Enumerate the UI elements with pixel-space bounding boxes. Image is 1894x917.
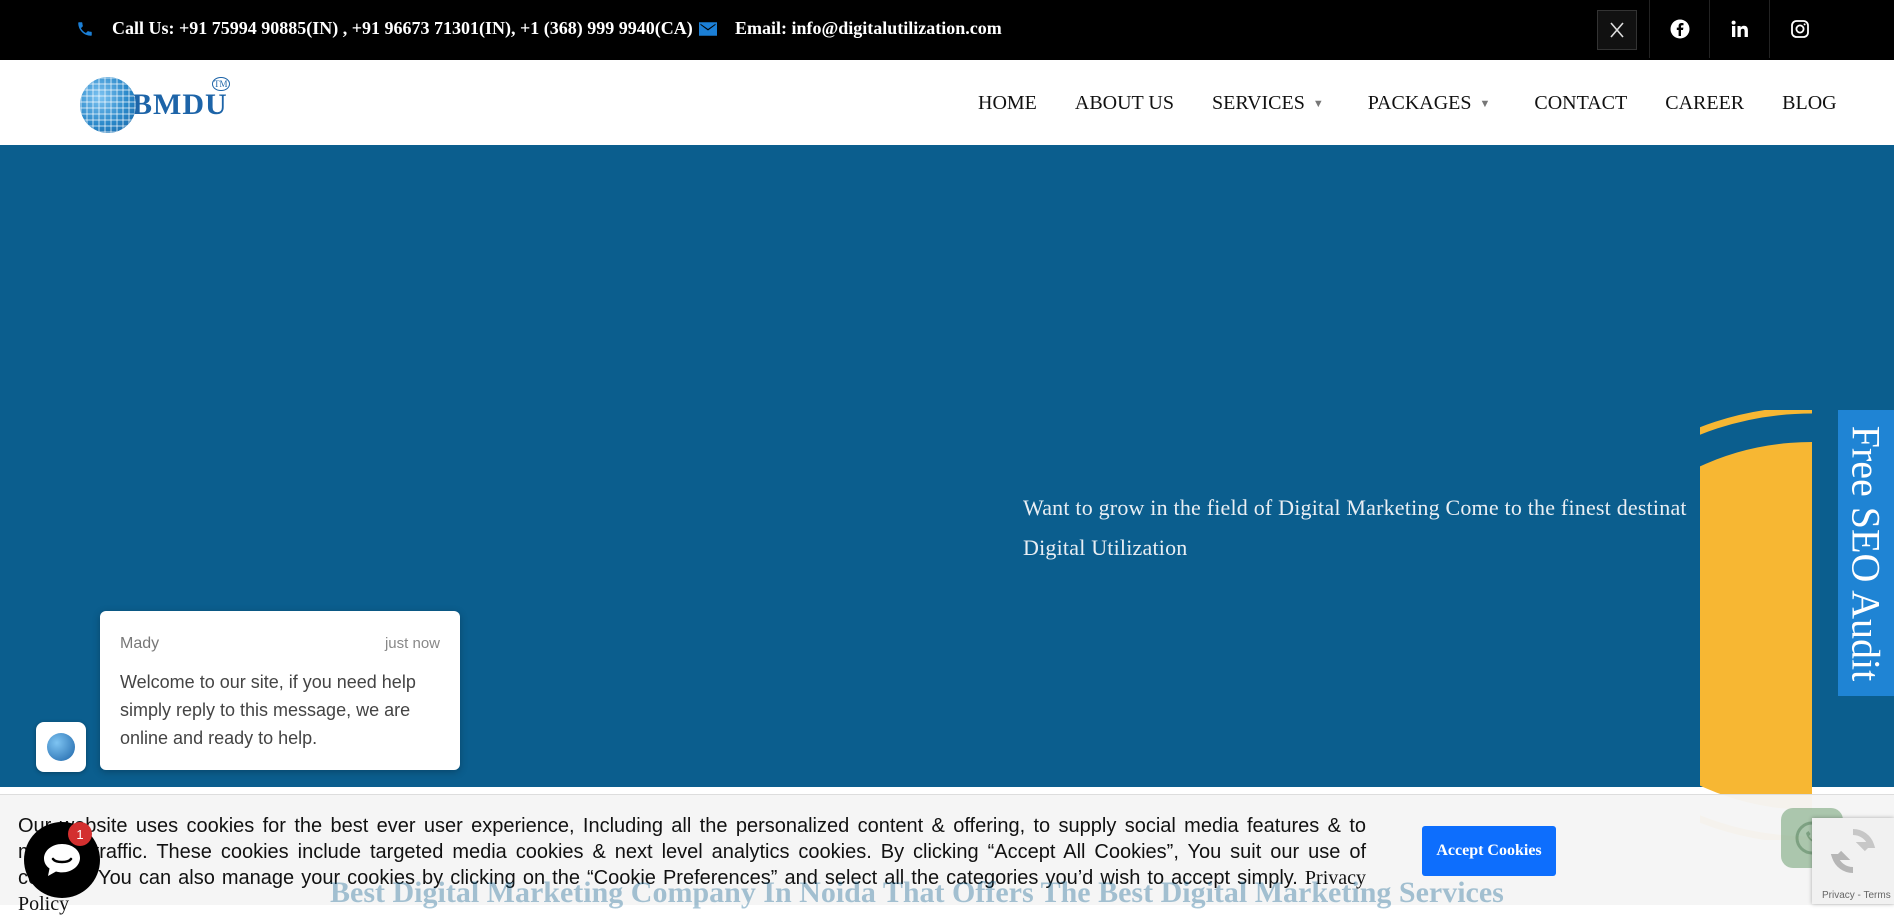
nav-blog-label: BLOG <box>1782 92 1837 114</box>
chat-message-popup[interactable]: Mady just now Welcome to our site, if yo… <box>100 611 460 770</box>
instagram-icon[interactable] <box>1769 0 1829 58</box>
unread-badge: 1 <box>68 822 92 846</box>
site-logo[interactable]: BMDU TM <box>80 77 230 133</box>
chat-bubble-icon <box>44 844 80 876</box>
seo-tab-label: Free SEO Audit <box>1843 425 1889 681</box>
decorative-arc <box>1700 410 1812 840</box>
top-contact-bar: Call Us: +91 75994 90885(IN) , +91 96673… <box>0 0 1894 60</box>
nav-blog[interactable]: BLOG <box>1782 92 1836 115</box>
trademark-mark: TM <box>212 77 230 91</box>
chat-agent-name: Mady <box>120 635 160 652</box>
nav-contact-label: CONTACT <box>1534 92 1628 114</box>
envelope-icon <box>699 21 717 36</box>
nav-about[interactable]: ABOUT US <box>1075 92 1174 115</box>
social-links <box>1585 0 1829 58</box>
recaptcha-terms[interactable]: Privacy - Terms <box>1822 890 1891 901</box>
nav-home-label: HOME <box>978 92 1037 114</box>
nav-services-label: SERVICES <box>1211 92 1305 114</box>
chat-agent-avatar <box>36 722 86 772</box>
nav-services[interactable]: SERVICES ▼ <box>1212 92 1324 115</box>
hero-tagline: Want to grow in the field of Digital Mar… <box>1023 488 1753 568</box>
nav-career[interactable]: CAREER <box>1665 92 1744 115</box>
recaptcha-icon <box>1830 829 1876 873</box>
caret-down-icon: ▼ <box>1312 97 1324 110</box>
nav-career-label: CAREER <box>1665 92 1745 114</box>
phone-info: Call Us: +91 75994 90885(IN) , +91 96673… <box>76 18 693 39</box>
nav-contact[interactable]: CONTACT <box>1534 92 1627 115</box>
chat-launcher-button[interactable]: 1 <box>24 822 100 898</box>
main-nav: HOME ABOUT US SERVICES ▼ PACKAGES ▼ CONT… <box>978 92 1837 115</box>
chat-timestamp: just now <box>384 635 440 652</box>
linkedin-icon[interactable] <box>1709 0 1769 58</box>
x-icon[interactable] <box>1597 10 1637 50</box>
phone-icon <box>76 20 94 38</box>
chat-message-text: Welcome to our site, if you need help si… <box>120 672 416 748</box>
bmdu-globe-icon <box>47 733 75 761</box>
logo-text: BMDU <box>132 88 228 121</box>
nav-about-label: ABOUT US <box>1074 92 1174 114</box>
nav-packages[interactable]: PACKAGES ▼ <box>1368 92 1491 115</box>
free-seo-audit-tab[interactable]: Free SEO Audit <box>1838 410 1894 696</box>
hero-line-2: Digital Utilization <box>1023 535 1188 560</box>
recaptcha-badge[interactable]: Privacy - Terms <box>1812 818 1894 904</box>
email-info: Email: info@digitalutilization.com <box>699 18 1002 39</box>
nav-packages-label: PACKAGES <box>1367 92 1472 114</box>
caret-down-icon: ▼ <box>1479 97 1491 110</box>
phone-text[interactable]: Call Us: +91 75994 90885(IN) , +91 96673… <box>112 18 693 39</box>
hero-line-1: Want to grow in the field of Digital Mar… <box>1023 495 1687 520</box>
main-header: BMDU TM HOME ABOUT US SERVICES ▼ PACKAGE… <box>0 60 1894 145</box>
email-text[interactable]: Email: info@digitalutilization.com <box>735 18 1002 39</box>
nav-home[interactable]: HOME <box>978 92 1037 115</box>
accept-cookies-button[interactable]: Accept Cookies <box>1422 826 1556 876</box>
globe-logo-icon <box>80 77 136 133</box>
section-title-behind-banner: Best Digital Marketing Company In Noida … <box>330 876 1504 909</box>
facebook-icon[interactable] <box>1649 0 1709 58</box>
